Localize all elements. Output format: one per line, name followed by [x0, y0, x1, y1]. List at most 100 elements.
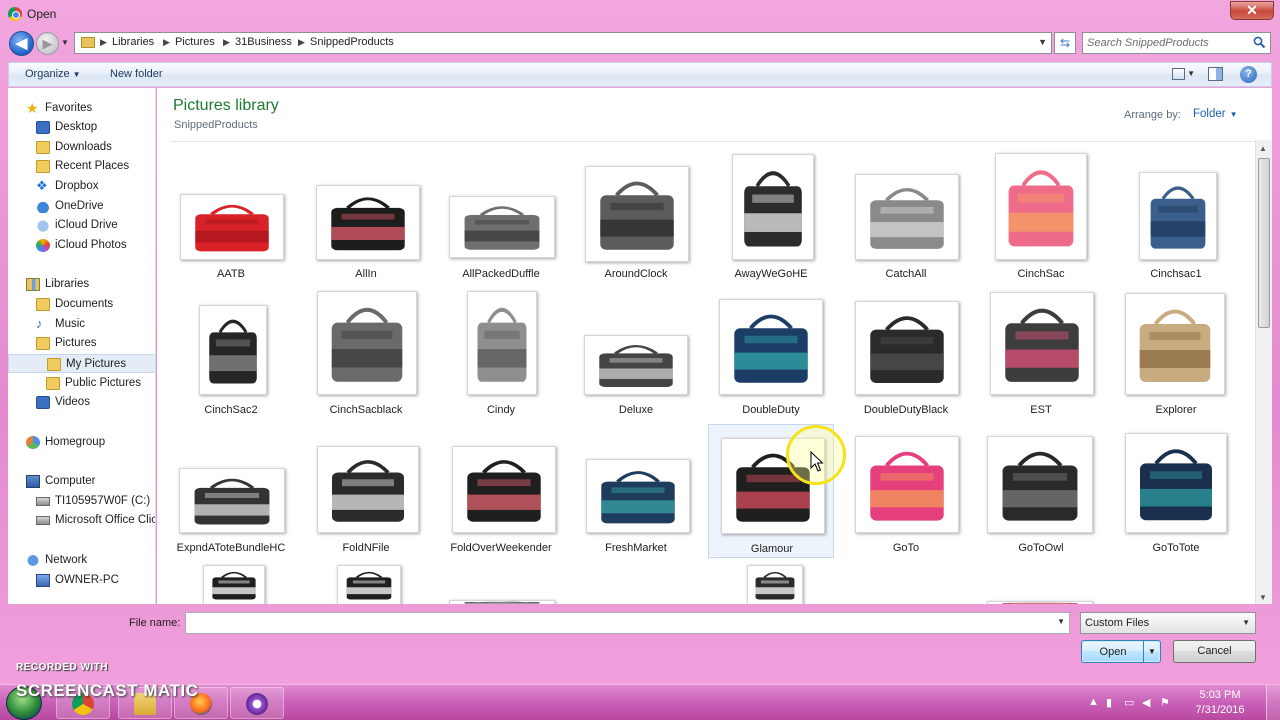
file-item-est[interactable]: EST: [978, 286, 1104, 420]
file-name-label: ExpndAToteBundleHC: [176, 542, 286, 554]
breadcrumb-separator-icon[interactable]: ▶: [298, 37, 305, 48]
forward-button[interactable]: ▶: [36, 32, 59, 55]
history-dropdown-icon[interactable]: ▼: [61, 38, 70, 48]
file-item-foldoverweekender[interactable]: FoldOverWeekender: [438, 424, 564, 558]
nav-item-microsoft-office-clic[interactable]: Microsoft Office Clic: [8, 511, 155, 530]
file-item-expndatotebundlehc[interactable]: ExpndAToteBundleHC: [168, 424, 294, 558]
file-name-dropdown-icon[interactable]: ▼: [1057, 617, 1065, 626]
nav-item-public-pictures[interactable]: Public Pictures: [8, 374, 155, 393]
search-box[interactable]: [1082, 32, 1271, 54]
file-item-aatb[interactable]: AATB: [168, 148, 294, 282]
file-item-explorer[interactable]: Explorer: [1113, 286, 1239, 420]
breadcrumb-pictures[interactable]: Pictures: [175, 36, 215, 48]
file-thumbnail: [180, 194, 284, 260]
breadcrumb-snippedproducts[interactable]: SnippedProducts: [310, 36, 394, 48]
change-view-icon[interactable]: [1172, 68, 1185, 80]
help-icon[interactable]: ?: [1240, 66, 1257, 83]
view-dropdown-icon[interactable]: ▼: [1187, 69, 1195, 78]
nav-item-videos[interactable]: Videos: [8, 393, 155, 412]
file-name-label: Cindy: [486, 404, 516, 416]
breadcrumb-separator-icon[interactable]: ▶: [163, 37, 170, 48]
file-item-cinchsac2[interactable]: CinchSac2: [168, 286, 294, 420]
scroll-up-icon[interactable]: ▲: [1259, 144, 1267, 153]
new-folder-button[interactable]: New folder: [110, 68, 163, 80]
file-type-select[interactable]: Custom Files ▼: [1080, 612, 1256, 634]
volume-icon[interactable]: ◀: [1142, 696, 1150, 709]
back-button[interactable]: ◀: [9, 31, 34, 56]
file-item-cindy[interactable]: Cindy: [438, 286, 564, 420]
address-dropdown-icon[interactable]: ▼: [1038, 37, 1047, 47]
breadcrumb-31business[interactable]: 31Business: [235, 36, 292, 48]
arrange-by-dropdown[interactable]: Folder ▼: [1193, 108, 1238, 120]
nav-item-music[interactable]: ♪ Music: [8, 315, 155, 334]
refresh-button[interactable]: ⇆: [1054, 32, 1076, 54]
open-button[interactable]: Open ▼: [1081, 640, 1161, 663]
search-input[interactable]: [1087, 35, 1247, 51]
nav-item-dropbox[interactable]: ❖ Dropbox: [8, 177, 155, 196]
file-item-cinchsac1[interactable]: Cinchsac1: [1113, 148, 1239, 282]
file-item[interactable]: [303, 562, 429, 604]
file-item[interactable]: [573, 562, 803, 604]
file-item[interactable]: [438, 562, 564, 604]
file-item[interactable]: [708, 562, 1093, 604]
clock-time[interactable]: 5:03 PM: [1190, 689, 1250, 701]
vertical-scrollbar[interactable]: ▲ ▼: [1255, 140, 1272, 604]
file-item-catchall[interactable]: CatchAll: [843, 148, 969, 282]
scrollbar-thumb[interactable]: [1258, 158, 1270, 328]
breadcrumb-libraries[interactable]: Libraries: [112, 36, 154, 48]
nav-item-favorites[interactable]: ★ Favorites: [8, 99, 155, 118]
organize-button[interactable]: Organize ▼: [25, 68, 81, 80]
file-item-goto[interactable]: GoTo: [843, 424, 969, 558]
file-item-allpackedduffle[interactable]: AllPackedDuffle: [438, 148, 564, 282]
file-item-aroundclock[interactable]: AroundClock: [573, 148, 699, 282]
file-thumbnail: [449, 196, 555, 258]
open-dropdown-icon[interactable]: ▼: [1143, 641, 1160, 662]
file-item[interactable]: [168, 562, 294, 604]
nav-item-network[interactable]: Network: [8, 551, 155, 570]
file-item-gototote[interactable]: GoToTote: [1113, 424, 1239, 558]
file-item-gotoowl[interactable]: GoToOwl: [978, 424, 1104, 558]
network-signal-icon[interactable]: ▮: [1106, 696, 1112, 709]
file-item-freshmarket[interactable]: FreshMarket: [573, 424, 699, 558]
preview-pane-icon[interactable]: [1208, 67, 1223, 81]
close-button[interactable]: ✕: [1230, 1, 1274, 20]
battery-icon[interactable]: ▭: [1124, 696, 1134, 709]
nav-item-documents[interactable]: Documents: [8, 295, 155, 314]
nav-item-my-pictures[interactable]: My Pictures: [8, 354, 155, 373]
nav-item-onedrive[interactable]: OneDrive: [8, 197, 155, 216]
search-icon[interactable]: [1253, 36, 1266, 49]
nav-item-label: Music: [55, 318, 86, 330]
show-hidden-icons-icon[interactable]: ▲: [1088, 696, 1099, 708]
nav-item-owner-pc[interactable]: OWNER-PC: [8, 571, 155, 590]
nav-item-libraries[interactable]: Libraries: [8, 275, 155, 294]
nav-item-icloud-drive[interactable]: iCloud Drive: [8, 216, 155, 235]
breadcrumb-separator-icon[interactable]: ▶: [223, 37, 230, 48]
nav-item-homegroup[interactable]: Homegroup: [8, 433, 155, 452]
file-item-allin[interactable]: AllIn: [303, 148, 429, 282]
file-item-deluxe[interactable]: Deluxe: [573, 286, 699, 420]
nav-item-downloads[interactable]: Downloads: [8, 138, 155, 157]
address-bar[interactable]: ▶ Libraries ▶ Pictures ▶ 31Business ▶ Sn…: [74, 32, 1052, 54]
file-name-field[interactable]: ▼: [185, 612, 1070, 634]
nav-item-recent-places[interactable]: Recent Places: [8, 157, 155, 176]
nav-item-icloud-photos[interactable]: iCloud Photos: [8, 236, 155, 255]
nav-item-pictures[interactable]: Pictures: [8, 334, 155, 353]
file-name-input[interactable]: [189, 615, 1049, 631]
show-desktop-button[interactable]: [1266, 685, 1280, 720]
nav-item-ti105957w0f-c[interactable]: TI105957W0F (C:): [8, 492, 155, 511]
nav-item-desktop[interactable]: Desktop: [8, 118, 155, 137]
nav-item-computer[interactable]: Computer: [8, 472, 155, 491]
file-item-doubleduty[interactable]: DoubleDuty: [708, 286, 834, 420]
file-item-awaywegohe[interactable]: AwayWeGoHE: [708, 148, 834, 282]
file-item-cinchsacblack[interactable]: CinchSacblack: [303, 286, 429, 420]
breadcrumb-separator-icon[interactable]: ▶: [100, 37, 107, 48]
library-subtitle: SnippedProducts: [174, 119, 258, 131]
scroll-down-icon[interactable]: ▼: [1259, 593, 1267, 602]
taskbar-screencast-button[interactable]: [230, 687, 284, 719]
file-item-cinchsac[interactable]: CinchSac: [978, 148, 1104, 282]
file-item-doubledutyblack[interactable]: DoubleDutyBlack: [843, 286, 969, 420]
clock-date[interactable]: 7/31/2016: [1190, 704, 1250, 716]
flag-icon[interactable]: ⚑: [1160, 696, 1170, 709]
cancel-button[interactable]: Cancel: [1173, 640, 1256, 663]
file-item-foldnfile[interactable]: FoldNFile: [303, 424, 429, 558]
